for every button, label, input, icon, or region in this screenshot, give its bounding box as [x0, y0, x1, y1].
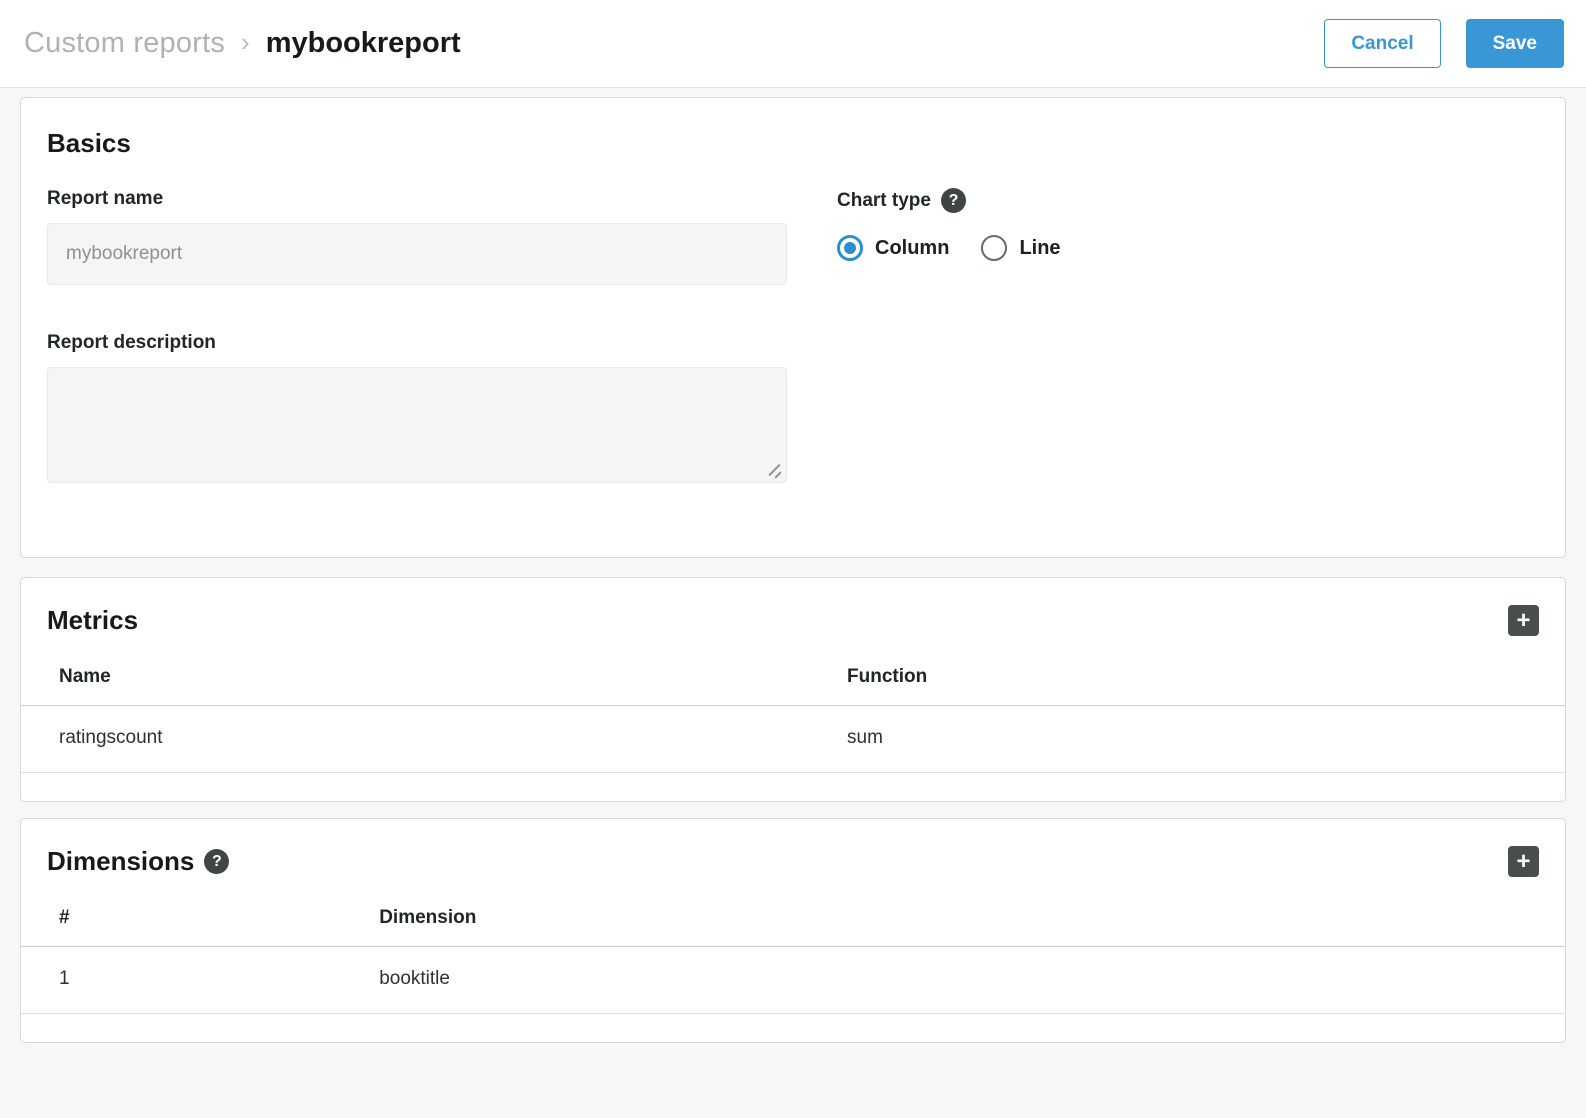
chart-type-help-icon[interactable]: ?	[941, 188, 966, 213]
dimensions-title: Dimensions	[47, 846, 194, 877]
metrics-title: Metrics	[47, 605, 138, 636]
chart-type-line-radio[interactable]: Line	[981, 235, 1060, 261]
report-description-label: Report description	[47, 332, 787, 354]
plus-icon: +	[1516, 848, 1530, 875]
chart-type-label: Chart type	[837, 190, 931, 212]
metrics-col-name-header: Name	[21, 652, 847, 706]
breadcrumb-custom-reports[interactable]: Custom reports	[24, 27, 225, 60]
dimensions-col-dimension-header: Dimension	[379, 893, 1565, 947]
metrics-table: Name Function ratingscount sum	[21, 652, 1565, 773]
table-row[interactable]: 1 booktitle	[21, 947, 1565, 1014]
radio-unselected-icon	[981, 235, 1007, 261]
metrics-header-row: Name Function	[21, 652, 1565, 706]
dimensions-col-index-header: #	[21, 893, 379, 947]
chart-type-options: Column Line	[837, 235, 1539, 261]
report-name-label: Report name	[47, 188, 787, 210]
basics-card: Basics Report name Report description Ch…	[20, 97, 1566, 558]
metric-name-cell: ratingscount	[21, 706, 847, 773]
metrics-card: Metrics + Name Function ratingscount sum	[20, 577, 1566, 802]
page-header: Custom reports › mybookreport Cancel Sav…	[0, 0, 1586, 88]
table-row[interactable]: ratingscount sum	[21, 706, 1565, 773]
header-actions: Cancel Save	[1324, 19, 1564, 68]
dimension-name-cell: booktitle	[379, 947, 1565, 1014]
metric-function-cell: sum	[847, 706, 1565, 773]
dimensions-table: # Dimension 1 booktitle	[21, 893, 1565, 1014]
dimensions-help-icon[interactable]: ?	[204, 849, 229, 874]
dimension-index-cell: 1	[21, 947, 379, 1014]
report-description-textarea[interactable]	[47, 367, 787, 483]
save-button[interactable]: Save	[1466, 19, 1564, 68]
breadcrumb: Custom reports › mybookreport	[24, 27, 461, 60]
chart-type-line-label: Line	[1019, 237, 1060, 260]
add-metric-button[interactable]: +	[1508, 605, 1539, 636]
basics-title: Basics	[47, 128, 1539, 159]
radio-selected-icon	[837, 235, 863, 261]
report-name-input[interactable]	[47, 223, 787, 285]
chevron-right-icon: ›	[241, 27, 250, 58]
cancel-button[interactable]: Cancel	[1324, 19, 1440, 68]
breadcrumb-report-name: mybookreport	[266, 27, 461, 60]
report-description-wrap	[47, 367, 787, 483]
chart-type-column-radio[interactable]: Column	[837, 235, 949, 261]
dimensions-card: Dimensions ? + # Dimension 1 booktitle	[20, 818, 1566, 1043]
plus-icon: +	[1516, 607, 1530, 634]
chart-type-column-label: Column	[875, 237, 949, 260]
metrics-col-function-header: Function	[847, 652, 1565, 706]
dimensions-header-row: # Dimension	[21, 893, 1565, 947]
add-dimension-button[interactable]: +	[1508, 846, 1539, 877]
